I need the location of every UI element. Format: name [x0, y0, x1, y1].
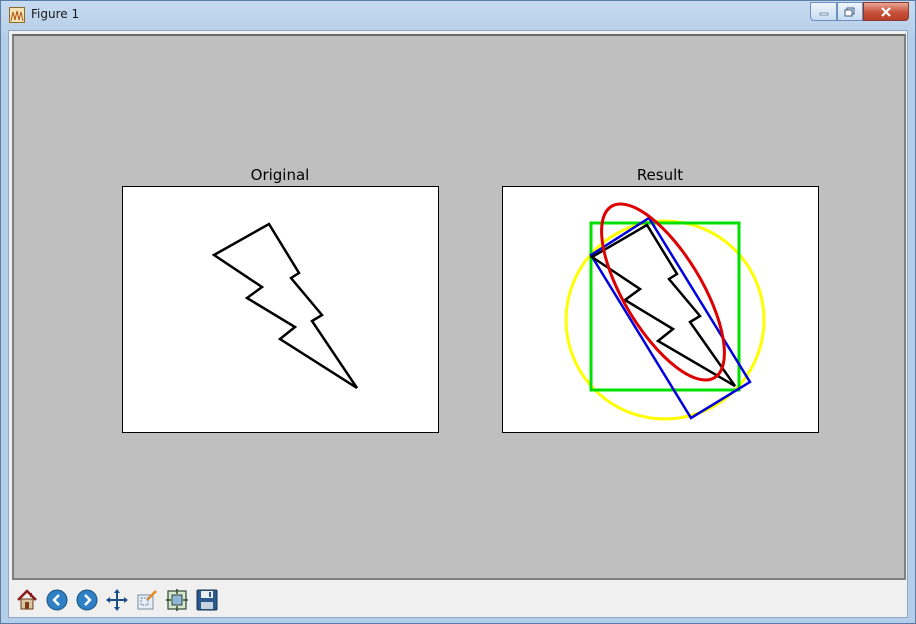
maximize-icon	[844, 7, 855, 16]
close-icon	[881, 6, 891, 17]
bounding-rect	[589, 221, 741, 392]
pan-arrows-icon	[105, 588, 128, 611]
min-area-rect	[589, 216, 752, 420]
forward-arrow-icon	[76, 589, 97, 610]
title-bar[interactable]: Figure 1	[1, 1, 915, 31]
forward-button[interactable]	[73, 586, 100, 613]
back-arrow-icon	[46, 589, 67, 610]
bolt-outline	[211, 222, 359, 390]
axes-original[interactable]	[122, 186, 439, 433]
pan-button[interactable]	[103, 586, 130, 613]
figure-canvas[interactable]: Original Result	[12, 34, 906, 580]
close-button[interactable]	[863, 2, 909, 21]
subplots-button[interactable]	[163, 586, 190, 613]
home-button[interactable]	[13, 586, 40, 613]
plot-original	[211, 222, 359, 390]
zoom-rect-icon	[137, 589, 157, 609]
plot-result	[564, 202, 766, 421]
matplotlib-figure-icon	[9, 7, 25, 23]
window-title: Figure 1	[31, 7, 80, 21]
minimize-icon	[819, 12, 828, 15]
floppy-disk-icon	[196, 589, 217, 610]
subplots-icon	[165, 588, 188, 611]
home-icon	[16, 588, 37, 609]
navigation-toolbar	[9, 582, 907, 617]
maximize-button[interactable]	[837, 2, 863, 21]
fitted-ellipse	[600, 202, 726, 382]
axes-title-result: Result	[636, 166, 684, 184]
minimize-button[interactable]	[810, 2, 837, 21]
window-client-area: Original Result	[8, 30, 908, 618]
figure-window: Figure 1 Original Result	[0, 0, 916, 624]
axes-title-original: Original	[250, 166, 310, 184]
zoom-button[interactable]	[133, 586, 160, 613]
window-controls	[810, 2, 909, 22]
save-button[interactable]	[193, 586, 220, 613]
axes-result[interactable]	[502, 186, 819, 433]
back-button[interactable]	[43, 586, 70, 613]
